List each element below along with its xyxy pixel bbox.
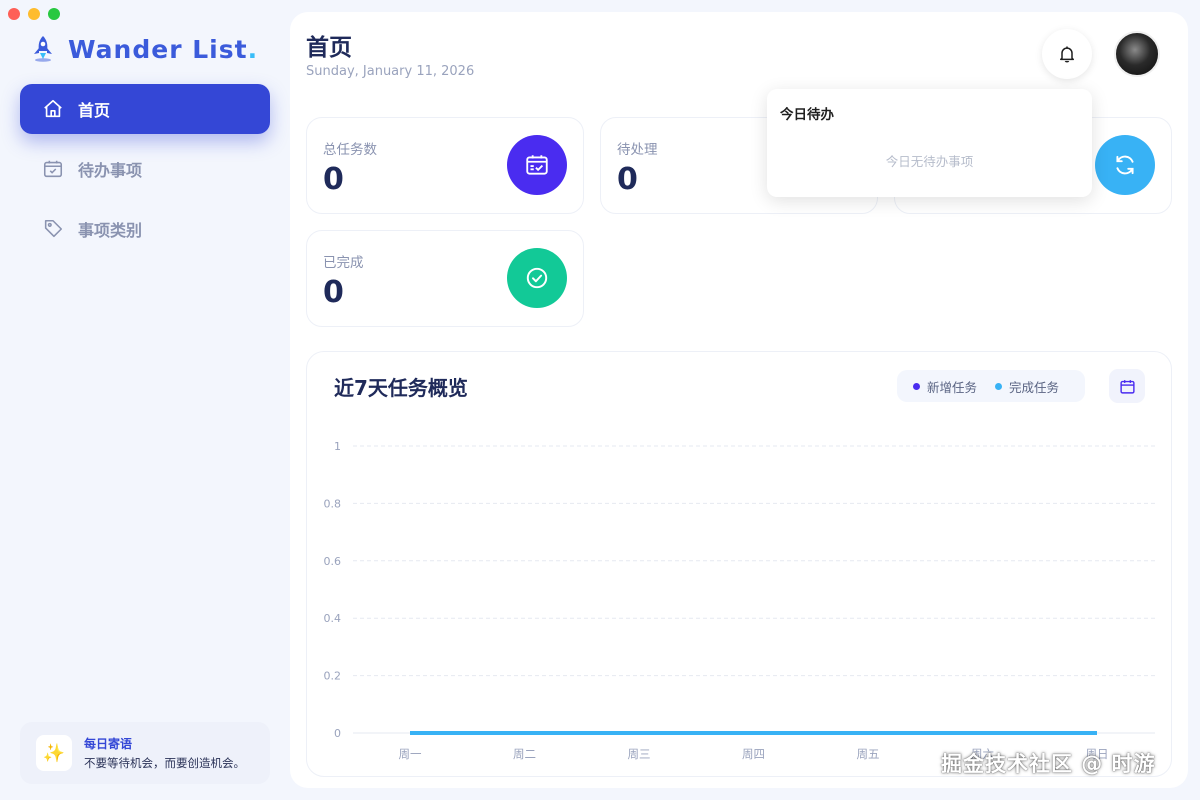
chart-title: 近7天任务概览 — [334, 376, 468, 400]
page-title: 首页 — [306, 35, 352, 61]
sidebar-item-categories[interactable]: 事项类别 — [20, 204, 270, 254]
sidebar-item-todos[interactable]: 待办事项 — [20, 144, 270, 194]
quote-title: 每日寄语 — [84, 737, 133, 751]
notification-dropdown: 今日待办 今日无待办事项 — [767, 89, 1092, 197]
chart-legend: 新增任务 完成任务 — [897, 370, 1085, 402]
line-chart: 10.80.60.40.20周一 周二 周三 周四 周五 周六 周日 — [324, 440, 1155, 761]
x-tick-label: 周二 — [513, 747, 536, 761]
y-tick-label: 0.4 — [324, 612, 342, 625]
stat-value: 0 — [323, 162, 344, 197]
dropdown-empty-text: 今日无待办事项 — [885, 154, 974, 169]
daily-quote-card: ✨ 每日寄语 不要等待机会，而要创造机会。 — [20, 722, 270, 784]
legend-item[interactable]: 新增任务 — [913, 377, 977, 396]
x-tick-label: 周三 — [628, 747, 651, 761]
legend-label: 完成任务 — [1009, 379, 1060, 395]
sparkles-icon: ✨ — [36, 735, 72, 771]
tag-icon — [44, 219, 63, 238]
stat-card-total: 总任务数 0 — [306, 117, 584, 214]
sidebar-item-home[interactable]: 首页 — [20, 84, 270, 134]
bell-icon — [1060, 46, 1074, 63]
watermark: 掘金技术社区 @ 时游 — [941, 752, 1156, 776]
y-tick-label: 0.8 — [324, 497, 342, 510]
quote-text: 不要等待机会，而要创造机会。 — [84, 756, 245, 770]
rocket-icon — [34, 36, 52, 62]
refresh-icon — [1095, 135, 1155, 195]
legend-label: 新增任务 — [927, 379, 978, 395]
stat-card-completed: 已完成 0 — [306, 230, 584, 327]
date-range-button[interactable] — [1109, 369, 1145, 403]
calendar-check-icon — [507, 135, 567, 195]
home-icon — [44, 99, 62, 118]
legend-dot — [913, 382, 920, 390]
stat-label: 待处理 — [617, 142, 658, 158]
x-tick-label: 周五 — [857, 747, 880, 761]
app-window: Wander List. 首页 待办事项 事项类别 ✨ 每日寄语 不要等待机会，… — [0, 0, 1200, 800]
y-tick-label: 0.2 — [324, 670, 342, 683]
stat-value: 0 — [323, 275, 344, 310]
sidebar-item-label: 待办事项 — [78, 161, 143, 180]
y-tick-label: 1 — [334, 440, 341, 453]
x-tick-label: 周四 — [742, 747, 765, 761]
chart-card: 1 0.8 0.6 0.4 0.2 0 周一 周二 周三 周四 周五 周六 周日 近7天任务概览 新增任… — [306, 351, 1172, 777]
notification-button[interactable] — [1042, 29, 1092, 79]
dropdown-title: 今日待办 — [780, 107, 834, 123]
stat-value: 0 — [617, 162, 638, 197]
stat-label: 已完成 — [323, 255, 364, 271]
x-tick-label: 周一 — [399, 747, 422, 761]
sidebar-item-label: 事项类别 — [78, 221, 143, 240]
check-circle-icon — [507, 248, 567, 308]
legend-dot — [995, 382, 1003, 390]
page-date: Sunday, January 11, 2026 — [306, 64, 475, 79]
app-name: Wander List. — [68, 34, 259, 64]
calendar-icon — [1119, 379, 1135, 394]
main-content: 首页 Sunday, January 11, 2026 总任务数 0 待处理 0 — [290, 12, 1188, 788]
sidebar-nav: 首页 待办事项 事项类别 — [20, 84, 270, 264]
app-logo[interactable]: Wander List. — [30, 34, 258, 64]
avatar[interactable] — [1114, 31, 1160, 77]
y-tick-label: 0 — [334, 727, 341, 740]
sidebar: Wander List. 首页 待办事项 事项类别 ✨ 每日寄语 不要等待机会，… — [0, 0, 290, 800]
stat-label: 总任务数 — [323, 142, 377, 158]
sidebar-item-label: 首页 — [78, 101, 111, 120]
calendar-check-icon — [43, 160, 63, 178]
y-tick-label: 0.6 — [324, 555, 342, 568]
legend-item[interactable]: 完成任务 — [995, 377, 1059, 396]
